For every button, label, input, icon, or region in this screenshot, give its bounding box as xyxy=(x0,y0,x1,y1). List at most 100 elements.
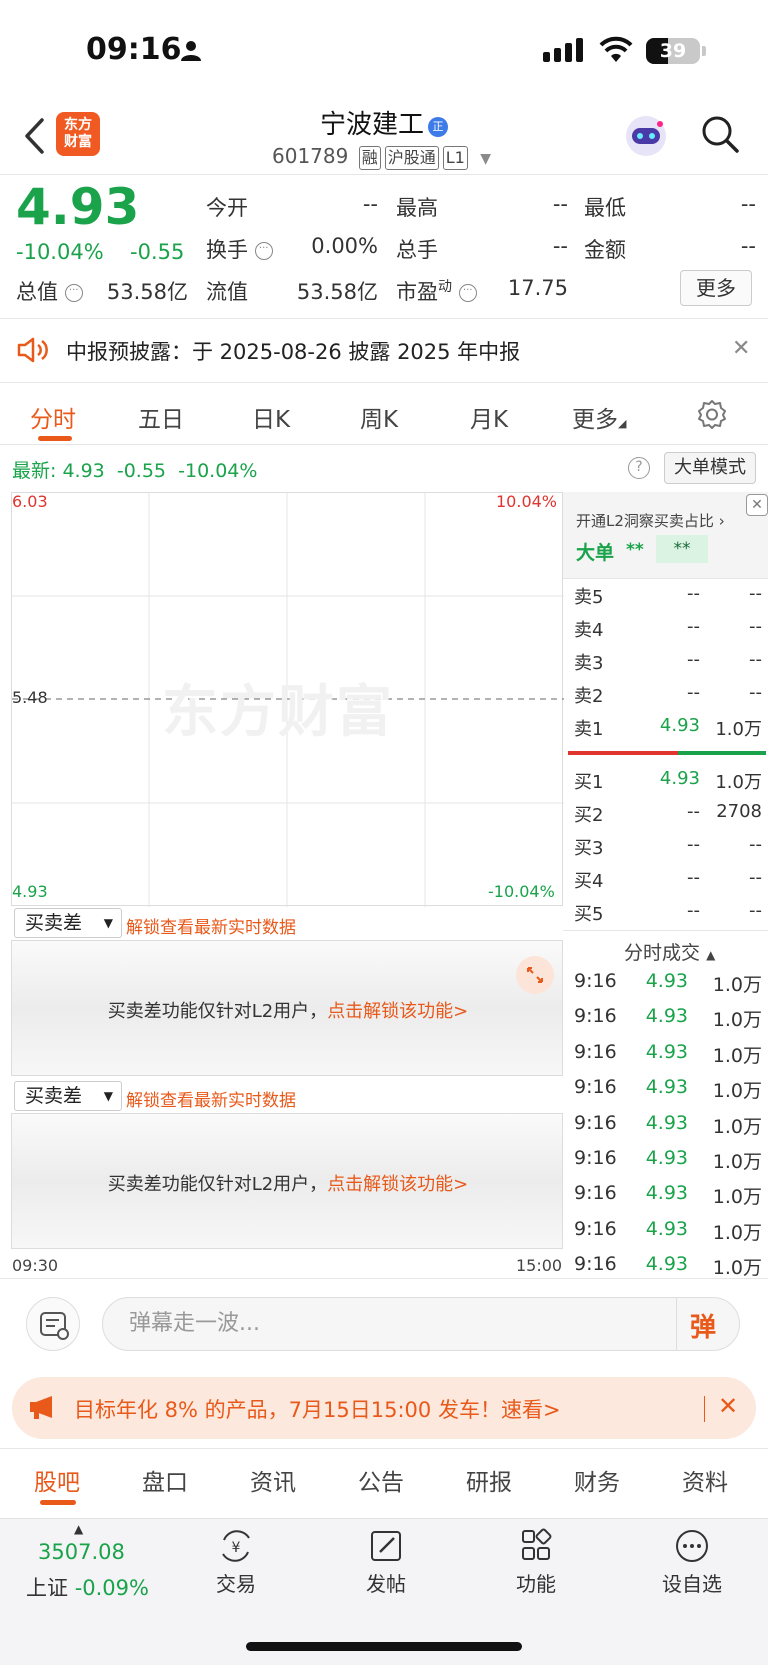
bid-row-4[interactable]: 买4 -- -- xyxy=(574,867,762,899)
dropdown-icon: ▼ xyxy=(103,916,113,930)
danmu-input[interactable]: 弹幕走一波... xyxy=(102,1297,740,1351)
assistant-robot-icon[interactable] xyxy=(624,114,668,158)
expand-icon[interactable] xyxy=(516,956,554,994)
nav-trade[interactable]: ¥ xyxy=(176,1528,296,1568)
bid-row-3[interactable]: 买3 -- -- xyxy=(574,834,762,866)
wifi-icon xyxy=(599,36,633,62)
close-icon[interactable]: ✕ xyxy=(732,336,750,361)
low-label: 最低 xyxy=(584,196,626,220)
ask-price: -- xyxy=(687,616,700,637)
chevron-right-icon: › xyxy=(718,512,725,530)
stock-code-row[interactable]: 601789 融沪股通 L1 ▼ xyxy=(272,144,491,170)
tab-profile[interactable]: 资料 xyxy=(682,1463,728,1497)
volume-label: 总手 xyxy=(396,238,438,262)
spread-panel: 买卖差功能仅针对L2用户，点击解锁该功能> xyxy=(11,1113,563,1249)
pct-max-label: 10.04% xyxy=(496,492,558,511)
tab-monthly-k[interactable]: 月K xyxy=(470,400,508,434)
trades-title[interactable]: 分时成交 ▲ xyxy=(624,938,715,965)
bid-price: -- xyxy=(687,867,700,888)
tab-daily-k[interactable]: 日K xyxy=(252,400,290,434)
ask-volume: -- xyxy=(749,649,762,670)
y-max-label: 6.03 xyxy=(12,492,48,511)
trade-volume: 1.0万 xyxy=(712,1080,762,1103)
bid-row-5[interactable]: 买5 -- -- xyxy=(574,900,762,932)
trade-volume: 1.0万 xyxy=(712,974,762,996)
ask-row-3[interactable]: 卖3 -- -- xyxy=(574,649,762,681)
unlock-feature-link[interactable]: 点击解锁该功能> xyxy=(327,1001,468,1022)
close-icon[interactable]: ✕ xyxy=(718,1392,738,1420)
bid-volume: -- xyxy=(749,834,762,855)
search-icon[interactable] xyxy=(700,114,740,154)
ask-volume: -- xyxy=(749,682,762,703)
chevron-down-icon[interactable]: ▼ xyxy=(480,151,491,167)
tab-announcements[interactable]: 公告 xyxy=(358,1463,404,1497)
trade-price: 4.93 xyxy=(645,1076,688,1099)
lock-message-text: 买卖差功能仅针对L2用户， xyxy=(107,1174,328,1195)
promo-text[interactable]: 目标年化 8% 的产品，7月15日15:00 发车！速看> xyxy=(74,1394,561,1424)
l2-promo-text[interactable]: 开通L2洞察买卖占比 › xyxy=(576,510,725,531)
more-quote-button[interactable]: 更多 xyxy=(680,270,752,306)
amount-value: -- xyxy=(740,234,756,258)
nav-post[interactable] xyxy=(326,1528,446,1568)
index-ticker[interactable]: 上证 -0.09% xyxy=(26,1572,149,1602)
speaker-icon xyxy=(17,337,48,363)
bid-label: 买1 xyxy=(574,772,604,793)
ask-label: 卖2 xyxy=(574,686,604,707)
bid-price: -- xyxy=(687,834,700,855)
trade-volume: 1.0万 xyxy=(712,1009,762,1032)
info-icon[interactable]: ··· xyxy=(64,284,83,302)
tab-research[interactable]: 研报 xyxy=(466,1463,512,1497)
bid-price: -- xyxy=(687,900,700,921)
nav-post-label: 发帖 xyxy=(366,1572,406,1596)
bid-volume: 2708 xyxy=(716,801,762,822)
tab-5day[interactable]: 五日 xyxy=(138,400,184,434)
unlock-link[interactable]: 解锁查看最新实时数据 xyxy=(126,913,296,938)
bid-price: 4.93 xyxy=(659,768,700,789)
bid-row-2[interactable]: 买2 -- 2708 xyxy=(574,801,762,833)
help-icon[interactable]: ? xyxy=(628,457,650,479)
turnover-label: 换手 ··· xyxy=(206,234,273,264)
tab-intraday[interactable]: 分时 xyxy=(30,400,76,434)
unlock-link[interactable]: 解锁查看最新实时数据 xyxy=(126,1086,296,1111)
spread-select[interactable]: 买卖差 ▼ xyxy=(14,908,122,938)
info-icon[interactable]: ··· xyxy=(254,242,273,260)
bid-row-1[interactable]: 买1 4.93 1.0万 xyxy=(574,768,762,800)
ask-row-5[interactable]: 卖5 -- -- xyxy=(574,583,762,615)
trade-price: 4.93 xyxy=(645,1182,688,1205)
nav-trade-label: 交易 xyxy=(216,1572,256,1596)
ask-row-4[interactable]: 卖4 -- -- xyxy=(574,616,762,648)
trade-row: 9:16 4.93 1.0万 xyxy=(574,1218,762,1252)
y-min-label: 4.93 xyxy=(12,882,48,901)
ask-label: 卖4 xyxy=(574,620,604,641)
index-value[interactable]: 3507.08 xyxy=(38,1540,125,1564)
tab-depth[interactable]: 盘口 xyxy=(142,1463,188,1497)
unlock-feature-link[interactable]: 点击解锁该功能> xyxy=(327,1174,468,1195)
intraday-chart[interactable]: 东方财富 xyxy=(11,492,564,907)
tag-margin: 融 xyxy=(358,146,381,170)
spread-select[interactable]: 买卖差 ▼ xyxy=(14,1081,122,1111)
big-order-mode-button[interactable]: 大单模式 xyxy=(664,452,756,484)
tab-forum[interactable]: 股吧 xyxy=(34,1463,80,1497)
bid-label: 买3 xyxy=(574,838,604,859)
gear-icon[interactable] xyxy=(696,398,728,430)
tab-weekly-k[interactable]: 周K xyxy=(360,400,398,434)
nav-functions[interactable] xyxy=(476,1528,596,1568)
open-label: 今开 xyxy=(206,196,248,220)
tab-finance[interactable]: 财务 xyxy=(574,1463,620,1497)
turnover-label-text: 换手 xyxy=(206,238,248,262)
tag-level: L1 xyxy=(442,146,468,170)
close-icon[interactable]: ✕ xyxy=(746,494,768,516)
ask-row-1[interactable]: 卖1 4.93 1.0万 xyxy=(574,715,762,747)
nav-add-watchlist[interactable] xyxy=(632,1528,752,1568)
latest-pct: -10.04% xyxy=(178,460,258,482)
tab-more[interactable]: 更多◢ xyxy=(572,400,626,434)
home-indicator[interactable] xyxy=(246,1642,522,1651)
battery-level: 39 xyxy=(659,40,687,62)
danmu-toggle-button[interactable]: 弹 xyxy=(690,1307,716,1344)
battery-icon: 39 xyxy=(646,38,700,64)
ask-row-2[interactable]: 卖2 -- -- xyxy=(574,682,762,714)
trade-row: 9:16 4.93 1.0万 xyxy=(574,1112,762,1146)
danmu-settings-icon[interactable] xyxy=(26,1297,80,1351)
tab-news[interactable]: 资讯 xyxy=(250,1463,296,1497)
info-icon[interactable]: ··· xyxy=(458,284,477,302)
